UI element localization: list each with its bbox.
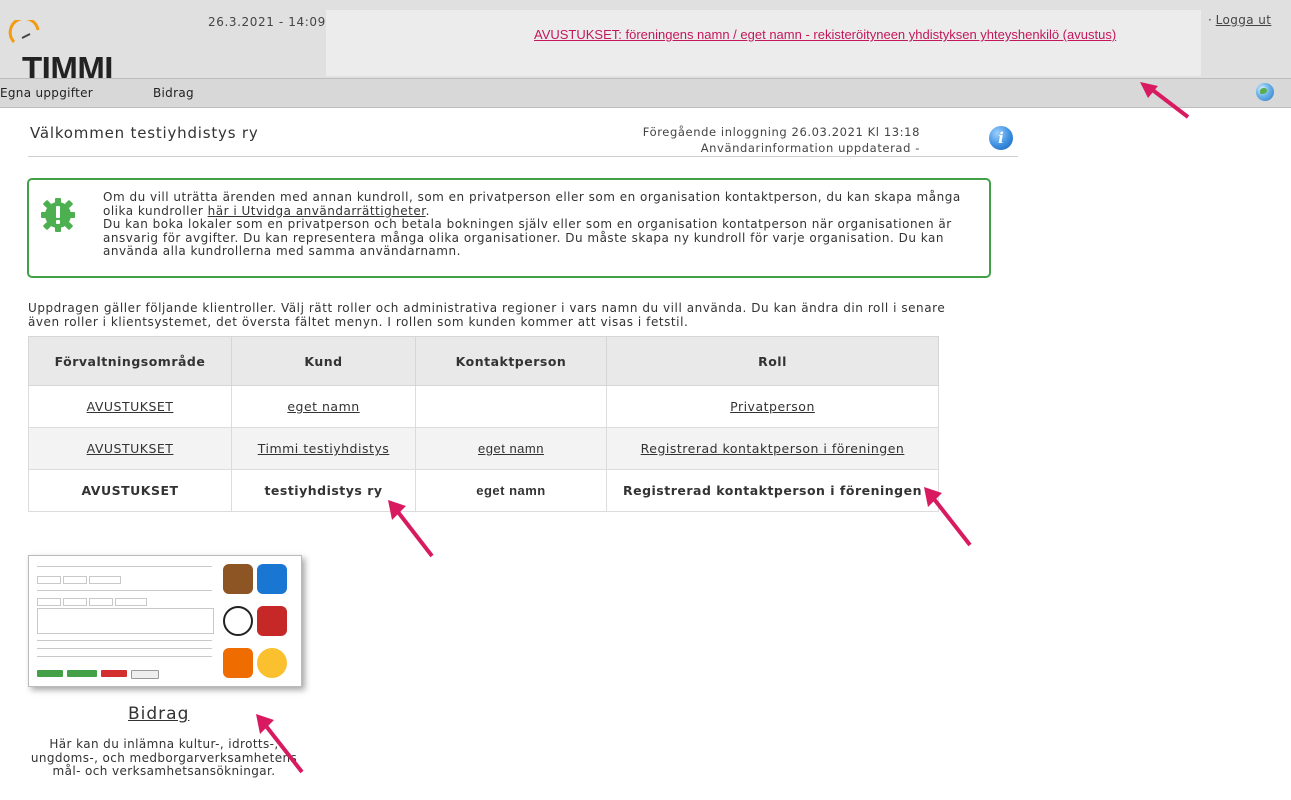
annotation-arrow-icon [1140, 82, 1190, 119]
table-cell: Registrerad kontaktperson i föreningen [606, 469, 939, 512]
theatre-icon [223, 564, 253, 594]
table-cell [415, 385, 607, 428]
table-cell: Registrerad kontaktperson i föreningen [606, 427, 939, 470]
table-cell: Privatperson [606, 385, 939, 428]
globe-icon[interactable] [1256, 83, 1274, 101]
form-button [101, 670, 127, 677]
info-icon[interactable]: i [989, 126, 1013, 150]
table-row[interactable]: AVUSTUKSET eget namn Privatperson [28, 385, 939, 428]
form-box [89, 576, 121, 584]
form-line [37, 648, 212, 649]
column-header: Förvaltningsområde [28, 336, 232, 386]
form-button [37, 670, 63, 677]
login-info: Föregående inloggning 26.03.2021 Kl 13:1… [560, 124, 920, 156]
customer-link[interactable]: eget namn [287, 399, 359, 414]
table-cell: AVUSTUKSET [28, 427, 232, 470]
form-box [115, 598, 147, 606]
area-link[interactable]: AVUSTUKSET [87, 399, 174, 414]
table-cell: AVUSTUKSET [28, 469, 232, 512]
area-text: AVUSTUKSET [81, 483, 179, 498]
contact-text: eget namn [476, 483, 546, 498]
table-cell: eget namn [231, 385, 416, 428]
form-button [67, 670, 97, 677]
notice-text-part-3: Du kan boka lokaler som en privatperson … [103, 217, 952, 258]
role-text: Registrerad kontaktperson i föreningen [622, 483, 923, 498]
table-cell: eget namn [415, 469, 607, 512]
palette-icon [257, 564, 287, 594]
user-info-updated-text: Användarinformation uppdaterad - [700, 141, 920, 155]
column-header: Kontaktperson [415, 336, 607, 386]
form-box [63, 598, 87, 606]
form-textarea [37, 608, 214, 634]
customer-text: testiyhdistys ry [264, 483, 383, 498]
main-menu-bar: Egna uppgifter Bidrag [0, 78, 1291, 108]
column-header: Roll [606, 336, 939, 386]
role-link[interactable]: Privatperson [730, 399, 815, 414]
table-cell: Timmi testiyhdistys [231, 427, 416, 470]
table-header-row: Förvaltningsområde Kund Kontaktperson Ro… [28, 336, 939, 386]
timmi-logo[interactable]: TIMMI [8, 20, 118, 87]
area-link[interactable]: AVUSTUKSET [87, 441, 174, 456]
menu-item-grants[interactable]: Bidrag [153, 86, 194, 100]
notice-text-part-2: . [425, 203, 430, 218]
form-line [37, 566, 212, 567]
notice-box: Om du vill uträtta ärenden med annan kun… [27, 178, 991, 278]
grants-service-thumbnail[interactable] [28, 555, 302, 687]
roles-intro-text: Uppdragen gäller följande klientroller. … [28, 301, 946, 329]
logout: · Logga ut [1208, 13, 1271, 27]
roles-table: Förvaltningsområde Kund Kontaktperson Ro… [28, 336, 939, 512]
annotation-arrow-icon [388, 500, 434, 558]
menu-item-own-info[interactable]: Egna uppgifter [0, 86, 93, 100]
grants-service-link[interactable]: Bidrag [128, 704, 189, 724]
form-box [63, 576, 87, 584]
column-header: Kund [231, 336, 416, 386]
annotation-arrow-icon [256, 714, 304, 774]
exclamation-gear-icon [41, 198, 75, 232]
form-line [37, 590, 212, 591]
extend-user-rights-link[interactable]: här i Utvidga användarrättigheter [208, 204, 426, 218]
annotation-arrow-icon [924, 487, 972, 547]
form-line [37, 656, 212, 657]
table-cell: eget namn [415, 427, 607, 470]
form-button [131, 670, 159, 679]
form-line [37, 640, 212, 641]
logo-arc-icon [8, 20, 40, 44]
form-box [37, 598, 61, 606]
form-box [89, 598, 113, 606]
notice-text: Om du vill uträtta ärenden med annan kun… [103, 190, 983, 259]
role-link[interactable]: Registrerad kontaktperson i föreningen [641, 441, 905, 456]
logout-separator: · [1208, 13, 1216, 27]
people-icon [223, 648, 253, 678]
table-row-selected: AVUSTUKSET testiyhdistys ry eget namn Re… [28, 469, 939, 512]
sports-podium-icon [257, 606, 287, 636]
table-cell: AVUSTUKSET [28, 385, 232, 428]
last-login-text: Föregående inloggning 26.03.2021 Kl 13:1… [642, 125, 920, 139]
header-role-area [326, 10, 1201, 76]
contact-link[interactable]: eget namn [478, 441, 544, 456]
welcome-title: Välkommen testiyhdistys ry [30, 124, 259, 142]
football-icon [223, 606, 253, 636]
table-row[interactable]: AVUSTUKSET Timmi testiyhdistys eget namn… [28, 427, 939, 470]
euro-coin-icon [257, 648, 287, 678]
active-role-link[interactable]: AVUSTUKSET: föreningens namn / eget namn… [534, 27, 1116, 42]
customer-link[interactable]: Timmi testiyhdistys [258, 441, 390, 456]
divider [28, 156, 1018, 157]
logout-link[interactable]: Logga ut [1216, 13, 1272, 27]
form-box [37, 576, 61, 584]
